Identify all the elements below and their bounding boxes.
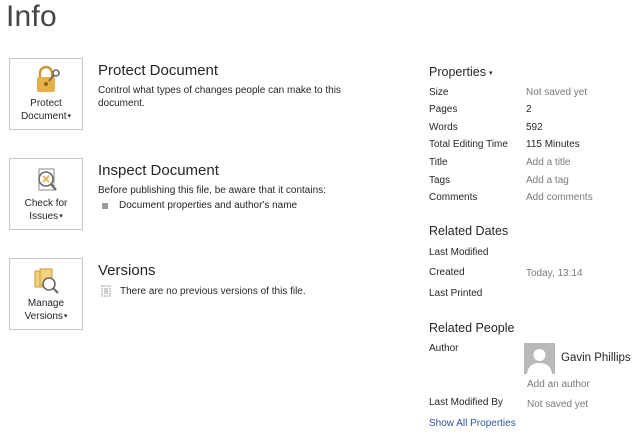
versions-info: There are no previous versions of this f… <box>101 285 306 297</box>
lock-key-icon <box>37 65 60 92</box>
author-label: Author <box>429 343 459 354</box>
inspect-document-title: Inspect Document <box>98 162 219 179</box>
chevron-down-icon: ▾ <box>59 213 63 220</box>
add-author-link[interactable]: Add an author <box>527 379 590 390</box>
manage-versions-button[interactable]: Manage Versions▾ <box>9 258 83 330</box>
properties-dropdown[interactable]: Properties ▾ <box>429 65 493 79</box>
versions-desc: There are no previous versions of this f… <box>120 285 306 297</box>
protect-document-title: Protect Document <box>98 62 219 79</box>
created-value: Today, 13:14 <box>526 268 583 279</box>
document-version-icon <box>101 285 111 297</box>
bullet-square-icon <box>102 202 108 209</box>
property-label-comments: Comments <box>429 192 478 203</box>
add-tag-field[interactable]: Add a tag <box>526 175 569 186</box>
check-for-issues-button[interactable]: Check for Issues▾ <box>9 158 83 230</box>
property-label-size: Size <box>429 87 449 98</box>
property-label-words: Words <box>429 122 458 133</box>
inspect-document-icon <box>38 168 57 191</box>
properties-header: Properties <box>429 65 486 79</box>
list-item: Document properties and author's name <box>102 200 297 211</box>
versions-button-label-1: Manage <box>27 298 65 309</box>
related-people-header: Related People <box>429 321 515 335</box>
related-dates-header: Related Dates <box>429 224 509 238</box>
protect-button-label-2: Document <box>20 111 67 122</box>
protect-document-button[interactable]: Protect Document▾ <box>9 58 83 130</box>
chevron-down-icon: ▾ <box>67 113 72 120</box>
show-all-properties-link[interactable]: Show All Properties <box>429 418 516 429</box>
last-printed-label: Last Printed <box>429 288 483 299</box>
person-icon <box>527 349 552 374</box>
property-value-words: 592 <box>526 122 543 133</box>
property-value-pages: 2 <box>526 104 532 115</box>
property-label-editing-time: Total Editing Time <box>429 139 508 150</box>
inspect-document-desc: Before publishing this file, be aware th… <box>98 185 326 196</box>
last-modified-label: Last Modified <box>429 247 489 258</box>
add-comments-field[interactable]: Add comments <box>526 192 593 203</box>
chevron-down-icon: ▾ <box>488 70 493 77</box>
inspect-item-label: Document properties and author's name <box>119 200 298 211</box>
chevron-down-icon: ▾ <box>63 313 68 320</box>
protect-button-label-1: Protect <box>30 98 62 109</box>
property-label-title: Title <box>429 157 448 168</box>
check-button-label-1: Check for <box>24 198 68 209</box>
author-name[interactable]: Gavin Phillips <box>561 352 631 364</box>
versions-icon <box>34 268 59 294</box>
property-label-pages: Pages <box>429 104 458 115</box>
versions-title: Versions <box>98 262 156 279</box>
protect-document-desc: Control what types of changes people can… <box>98 85 341 109</box>
versions-button-label-2: Versions <box>24 311 63 322</box>
property-value-size: Not saved yet <box>526 87 588 98</box>
add-title-field[interactable]: Add a title <box>526 157 570 168</box>
last-modified-by-label: Last Modified By <box>429 397 503 408</box>
property-value-editing-time: 115 Minutes <box>526 139 580 150</box>
last-modified-by-value: Not saved yet <box>527 399 589 410</box>
page-title: Info <box>6 0 57 33</box>
check-button-label-2: Issues <box>29 211 59 222</box>
avatar[interactable] <box>524 343 555 374</box>
created-label: Created <box>429 267 465 278</box>
property-label-tags: Tags <box>429 175 451 186</box>
